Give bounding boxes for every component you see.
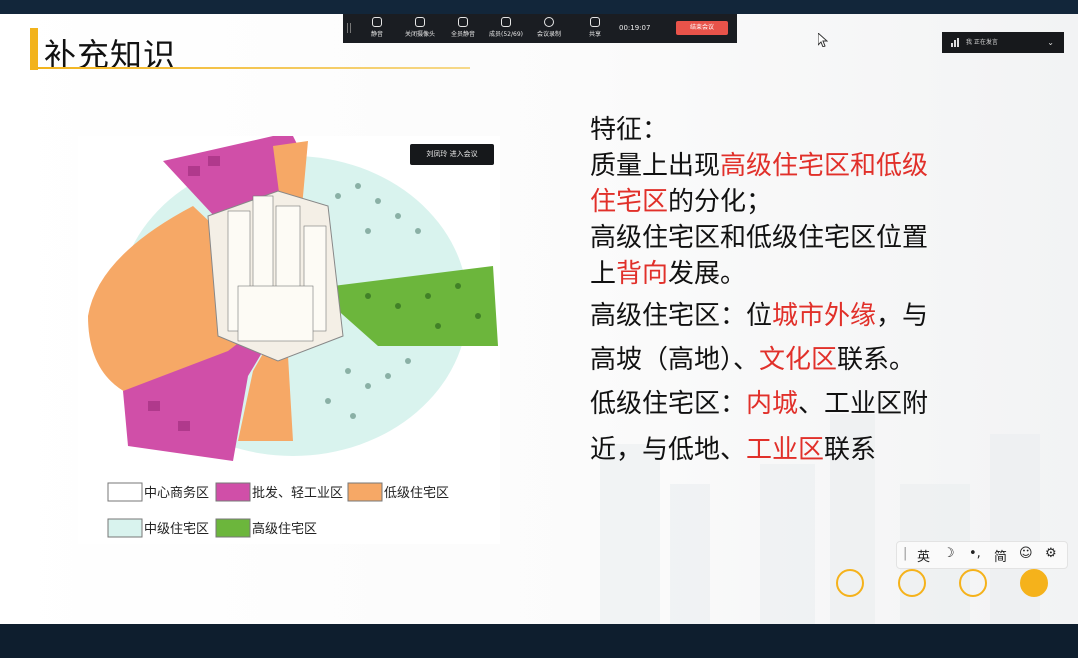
record-button[interactable]: 会议录制	[529, 17, 569, 38]
microphone-icon	[372, 17, 382, 27]
legend-label-low: 低级住宅区	[384, 486, 449, 501]
speaker-label: 我 正在发言	[966, 39, 998, 46]
slide-nav-dot-2[interactable]	[898, 569, 926, 597]
camera-off-button[interactable]: 关闭摄像头	[400, 17, 440, 38]
notes-heading: 特征：	[590, 115, 669, 145]
slide-nav-dot-1[interactable]	[836, 569, 864, 597]
slide-title: 补充知识	[44, 36, 177, 74]
speaker-indicator[interactable]: 我 正在发言 ⌄	[942, 32, 1064, 53]
legend-label-industry: 批发、轻工业区	[252, 485, 343, 501]
end-meeting-button[interactable]: 结束会议	[676, 21, 728, 35]
legend-swatch-cbd	[107, 482, 143, 502]
record-icon	[544, 17, 554, 27]
notes-line-1: 质量上出现高级住宅区和低级	[590, 151, 929, 181]
notes-line-8: 近，与低地、工业区联系	[590, 435, 877, 465]
notes-line-2: 住宅区的分化；	[590, 187, 773, 217]
legend-swatch-high	[215, 518, 251, 538]
slide-notes: 特征： 质量上出现高级住宅区和低级 住宅区的分化； 高级住宅区和低级住宅区位置 …	[590, 112, 1030, 468]
city-diagram-svg: 中心商务区 批发、轻工业区 低级住宅区 中级住宅区 高级住宅区	[88, 136, 498, 538]
notes-line-7: 低级住宅区：内城、工业区附	[590, 389, 929, 419]
share-icon	[590, 17, 600, 27]
members-button[interactable]: 成员(52/69)	[486, 17, 526, 38]
mouse-cursor-icon	[817, 31, 829, 51]
notes-line-4: 上背向发展。	[590, 259, 747, 289]
ime-toolbar: | 英 ☽ •, 简 ☺ ⚙	[896, 541, 1068, 569]
emoji-icon[interactable]: ☺	[1019, 546, 1033, 561]
chevron-down-icon: ⌄	[1047, 38, 1054, 47]
join-notification: 刘凤玲 进入会议	[410, 144, 494, 165]
toolbar-grip-handle[interactable]	[347, 23, 351, 33]
volume-bars-icon	[951, 38, 959, 47]
ime-divider: |	[903, 546, 908, 561]
notes-line-6: 高坡（高地）、文化区联系。	[590, 345, 916, 375]
bottom-frame	[0, 624, 1078, 658]
diagram-legend: 中心商务区 批发、轻工业区 低级住宅区 中级住宅区 高级住宅区	[107, 482, 449, 538]
moon-icon[interactable]: ☽	[943, 546, 955, 561]
camera-icon	[415, 17, 425, 27]
punctuation-icon[interactable]: •,	[969, 546, 981, 561]
top-frame	[0, 0, 1078, 14]
notes-line-5: 高级住宅区：位城市外缘，与	[590, 301, 929, 331]
meeting-toolbar: 静音 关闭摄像头 全员静音 成员(52/69) 会议录制 共享 00:19:07…	[343, 14, 737, 43]
title-accent-bar	[30, 28, 38, 70]
slide-nav-dot-3[interactable]	[959, 569, 987, 597]
legend-swatch-industry	[215, 482, 251, 502]
legend-swatch-low	[347, 482, 383, 502]
legend-swatch-mid	[107, 518, 143, 538]
notes-line-3: 高级住宅区和低级住宅区位置	[590, 223, 929, 253]
legend-label-high: 高级住宅区	[252, 521, 317, 537]
ime-simplified-toggle[interactable]: 简	[994, 546, 1007, 565]
members-icon	[501, 17, 511, 27]
slide-nav-dot-4-active[interactable]	[1020, 569, 1048, 597]
meeting-timer: 00:19:07	[619, 24, 651, 32]
city-structure-diagram: 中心商务区 批发、轻工业区 低级住宅区 中级住宅区 高级住宅区	[78, 136, 500, 544]
mute-all-icon	[458, 17, 468, 27]
ime-language-toggle[interactable]: 英	[917, 546, 930, 565]
share-button[interactable]: 共享	[575, 17, 615, 38]
mute-button[interactable]: 静音	[357, 17, 397, 38]
mute-all-button[interactable]: 全员静音	[443, 17, 483, 38]
legend-label-cbd: 中心商务区	[144, 485, 209, 501]
title-underline	[38, 67, 470, 69]
legend-label-mid: 中级住宅区	[144, 522, 209, 537]
gear-icon[interactable]: ⚙	[1045, 546, 1057, 561]
